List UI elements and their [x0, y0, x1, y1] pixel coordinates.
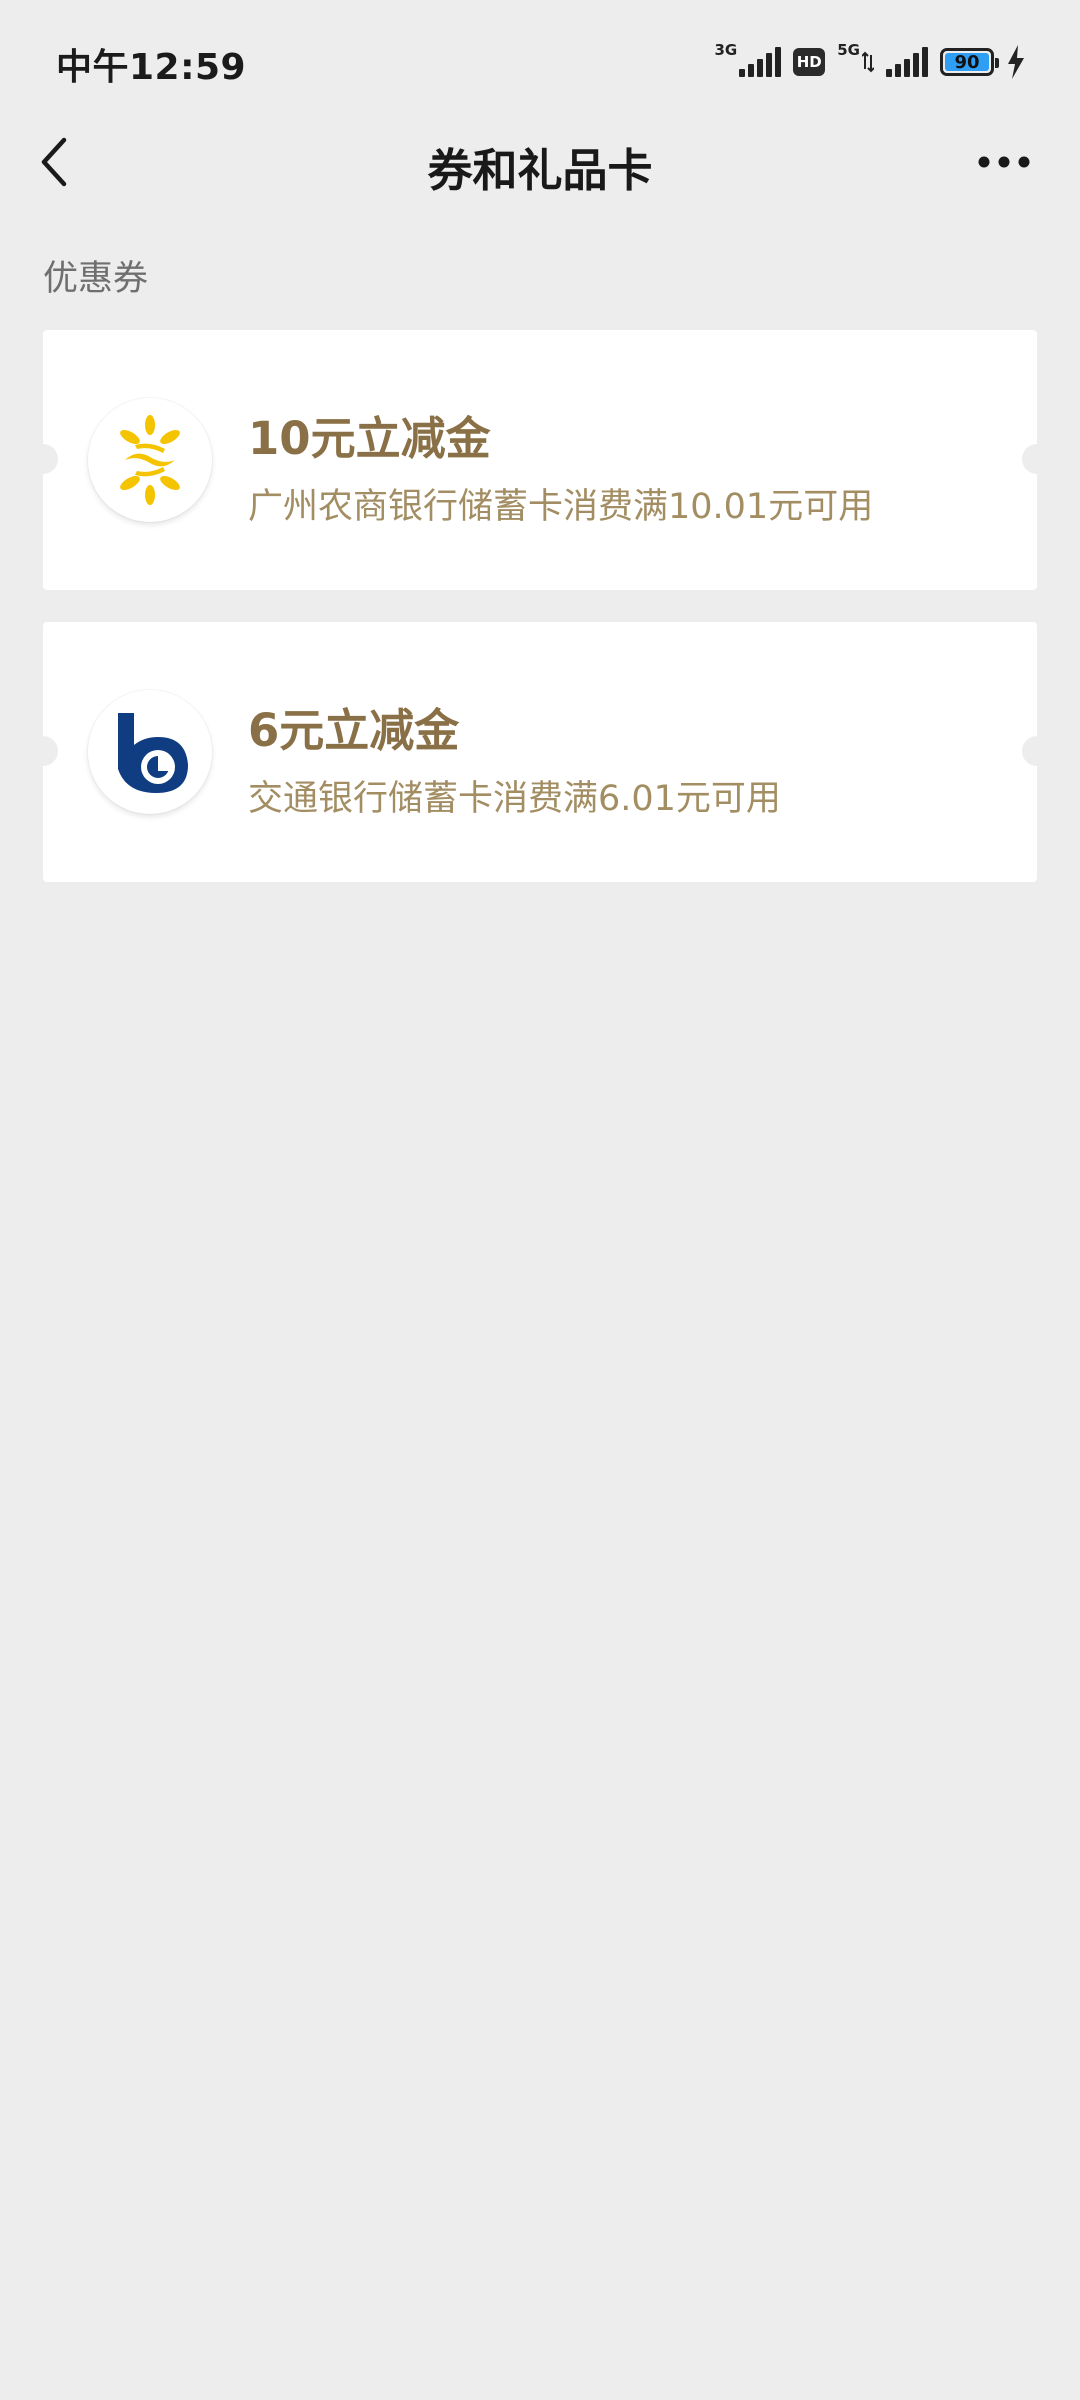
more-horizontal-icon	[978, 156, 1030, 168]
coupon-card-bocom[interactable]: 6元立减金 交通银行储蓄卡消费满6.01元可用	[28, 622, 1052, 882]
section-title-coupons: 优惠券	[43, 259, 149, 299]
coupon-description: 交通银行储蓄卡消费满6.01元可用	[248, 779, 781, 819]
coupon-card-grcb[interactable]: 10元立减金 广州农商银行储蓄卡消费满10.01元可用	[28, 330, 1052, 590]
nav-header: 券和礼品卡	[0, 124, 1080, 200]
grcb-bank-logo-icon	[120, 415, 180, 505]
battery-icon: 90	[940, 48, 999, 76]
page-title: 券和礼品卡	[427, 144, 653, 197]
coupon-description: 广州农商银行储蓄卡消费满10.01元可用	[248, 487, 874, 527]
network-type-5g: 5G	[837, 41, 860, 59]
signal-strength-icon-2	[886, 47, 928, 77]
bocom-bank-logo-icon	[118, 713, 188, 793]
network-type-3g: 3G	[714, 41, 738, 59]
hd-voice-badge: HD	[793, 48, 826, 76]
coupon-title: 6元立减金	[248, 704, 460, 757]
coupon-list: 10元立减金 广州农商银行储蓄卡消费满10.01元可用 6元立减金 交通银行储蓄…	[28, 330, 1052, 914]
battery-level: 90	[945, 52, 989, 73]
more-options-button[interactable]	[978, 150, 1030, 174]
bank-logo	[88, 398, 212, 522]
charging-bolt-icon	[1008, 45, 1024, 79]
status-bar: 中午12:59 3G HD 5G 90	[0, 0, 1080, 124]
data-transfer-arrows-icon	[862, 51, 874, 73]
status-icons: 3G HD 5G 90	[714, 41, 1027, 82]
status-time: 中午12:59	[56, 47, 247, 88]
bank-logo	[88, 690, 212, 814]
coupon-title: 10元立减金	[248, 412, 491, 465]
signal-strength-icon	[739, 47, 782, 77]
